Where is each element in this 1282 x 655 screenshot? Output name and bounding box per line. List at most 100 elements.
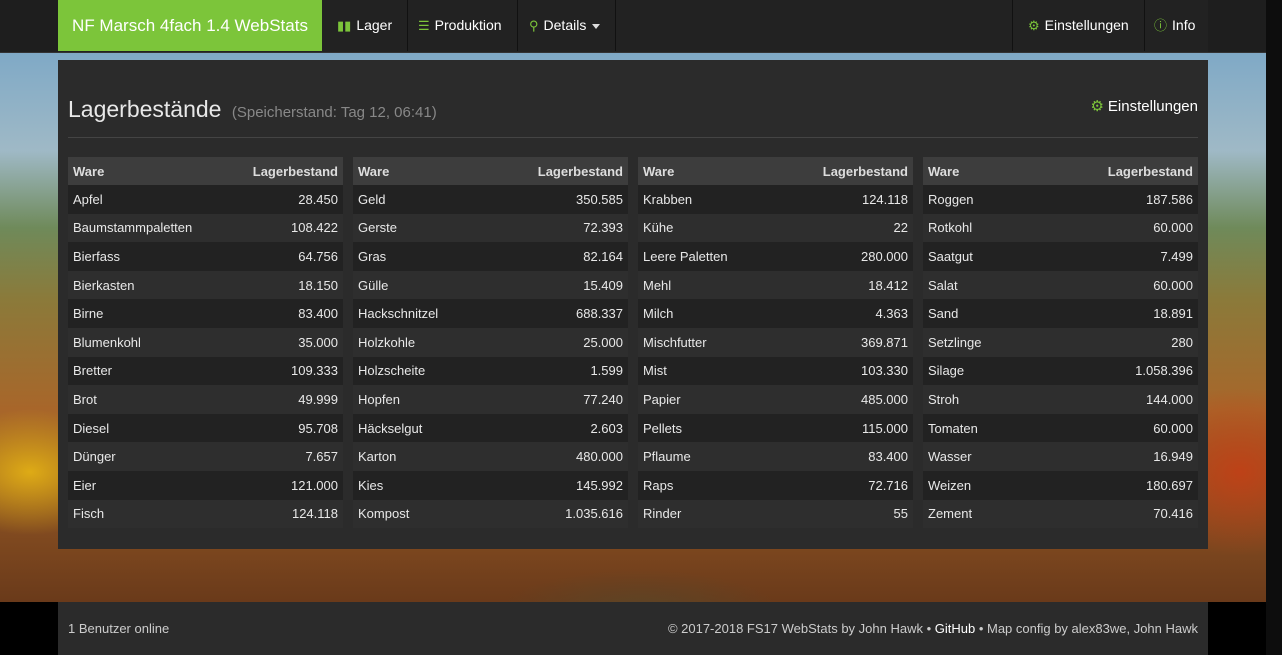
item-name: Papier: [638, 385, 775, 414]
table-row: Diesel 95.708: [68, 413, 343, 443]
item-name: Gerste: [353, 213, 487, 243]
nav-details[interactable]: ⚲ Details: [514, 0, 617, 51]
panel-settings-link[interactable]: ⚙ Einstellungen: [1090, 97, 1198, 115]
column-header-ware[interactable]: Ware: [923, 157, 1033, 185]
table-row: Rinder 55: [638, 499, 913, 529]
table-row: Dünger 7.657: [68, 442, 343, 471]
table-row: Mischfutter 369.871: [638, 327, 913, 357]
item-amount: 16.949: [1032, 442, 1198, 471]
table-row: Karton 480.000: [353, 442, 628, 471]
table-row: Roggen 187.586: [923, 185, 1198, 214]
search-icon: ⚲: [529, 18, 539, 33]
storage-table-3: Ware Lagerbestand Krabben 124.118 Kühe 22 Leer…: [638, 157, 913, 529]
page-title: Lagerbestände (Speicherstand: Tag 12, 06…: [68, 96, 437, 123]
column-header-ware[interactable]: Ware: [68, 157, 227, 185]
item-amount: 72.716: [775, 470, 913, 500]
table-row: Milch 4.363: [638, 299, 913, 328]
nav-einstellungen[interactable]: ⚙ Einstellungen: [1012, 0, 1145, 51]
table-row: Salat 60.000: [923, 270, 1198, 300]
item-amount: 350.585: [486, 185, 628, 214]
item-amount: 18.891: [1032, 299, 1198, 328]
column-header-lagerbestand[interactable]: Lagerbestand: [226, 157, 343, 185]
item-amount: 108.422: [226, 213, 343, 243]
item-amount: 144.000: [1032, 385, 1198, 414]
item-amount: 4.363: [775, 299, 913, 328]
item-amount: 1.599: [486, 356, 628, 386]
item-name: Pflaume: [638, 442, 775, 471]
nav-lager-label: Lager: [356, 17, 393, 33]
nav-lager[interactable]: ▮▮ Lager: [322, 0, 409, 51]
table-row: Bierfass 64.756: [68, 242, 343, 271]
item-amount: 280: [1032, 327, 1198, 357]
item-name: Setzlinge: [923, 327, 1033, 357]
item-name: Bretter: [68, 356, 227, 386]
table-row: Setzlinge 280: [923, 327, 1198, 357]
item-amount: 480.000: [486, 442, 628, 471]
chevron-down-icon: [592, 23, 601, 29]
item-amount: 145.992: [486, 470, 628, 500]
item-amount: 1.058.396: [1032, 356, 1198, 386]
table-header: Ware Lagerbestand: [638, 157, 913, 185]
table-row: Papier 485.000: [638, 385, 913, 414]
item-name: Holzkohle: [353, 327, 487, 357]
item-amount: 7.657: [226, 442, 343, 471]
table-row: Eier 121.000: [68, 470, 343, 500]
table-row: Häckselgut 2.603: [353, 413, 628, 443]
table-row: Geld 350.585: [353, 185, 628, 214]
item-amount: 187.586: [1032, 185, 1198, 214]
item-name: Apfel: [68, 185, 227, 214]
table-row: Kompost 1.035.616: [353, 499, 628, 529]
item-name: Brot: [68, 385, 227, 414]
nav-details-label: Details: [543, 17, 587, 33]
table-row: Baumstammpaletten 108.422: [68, 213, 343, 243]
table-row: Kies 145.992: [353, 470, 628, 500]
nav-info-label: Info: [1172, 17, 1196, 33]
item-name: Salat: [923, 270, 1033, 300]
column-header-ware[interactable]: Ware: [638, 157, 775, 185]
item-amount: 83.400: [775, 442, 913, 471]
item-name: Saatgut: [923, 242, 1033, 271]
table-row: Holzscheite 1.599: [353, 356, 628, 386]
item-amount: 103.330: [775, 356, 913, 386]
item-name: Zement: [923, 499, 1033, 529]
item-name: Krabben: [638, 185, 775, 214]
nav-einstellungen-label: Einstellungen: [1044, 17, 1129, 33]
table-row: Wasser 16.949: [923, 442, 1198, 471]
nav-produktion[interactable]: ☰ Produktion: [403, 0, 518, 51]
item-amount: 35.000: [226, 327, 343, 357]
column-header-lagerbestand[interactable]: Lagerbestand: [775, 157, 913, 185]
item-name: Eier: [68, 470, 227, 500]
item-amount: 485.000: [775, 385, 913, 414]
info-icon: ⓘ: [1154, 18, 1168, 33]
item-name: Milch: [638, 299, 775, 328]
item-name: Weizen: [923, 470, 1033, 500]
table-row: Gras 82.164: [353, 242, 628, 271]
item-amount: 115.000: [775, 413, 913, 443]
github-link[interactable]: GitHub: [935, 621, 975, 636]
item-name: Kies: [353, 470, 487, 500]
table-row: Hackschnitzel 688.337: [353, 299, 628, 328]
column-header-lagerbestand[interactable]: Lagerbestand: [486, 157, 628, 185]
item-amount: 180.697: [1032, 470, 1198, 500]
column-header-lagerbestand[interactable]: Lagerbestand: [1032, 157, 1198, 185]
item-amount: 82.164: [486, 242, 628, 271]
item-name: Rinder: [638, 499, 775, 529]
item-amount: 7.499: [1032, 242, 1198, 271]
brand-link[interactable]: NF Marsch 4fach 1.4 WebStats: [58, 0, 322, 51]
item-amount: 22: [775, 213, 913, 243]
bar-chart-icon: ▮▮: [337, 18, 352, 33]
item-amount: 60.000: [1032, 213, 1198, 243]
column-header-ware[interactable]: Ware: [353, 157, 487, 185]
item-amount: 121.000: [226, 470, 343, 500]
table-row: Pellets 115.000: [638, 413, 913, 443]
item-name: Karton: [353, 442, 487, 471]
item-name: Leere Paletten: [638, 242, 775, 271]
users-online: 1 Benutzer online: [68, 621, 170, 636]
table-row: Bretter 109.333: [68, 356, 343, 386]
nav-info[interactable]: ⓘ Info: [1139, 0, 1210, 51]
item-amount: 280.000: [775, 242, 913, 271]
table-header: Ware Lagerbestand: [923, 157, 1198, 185]
item-amount: 64.756: [226, 242, 343, 271]
item-name: Fisch: [68, 499, 227, 529]
gear-icon: ⚙: [1090, 98, 1104, 115]
